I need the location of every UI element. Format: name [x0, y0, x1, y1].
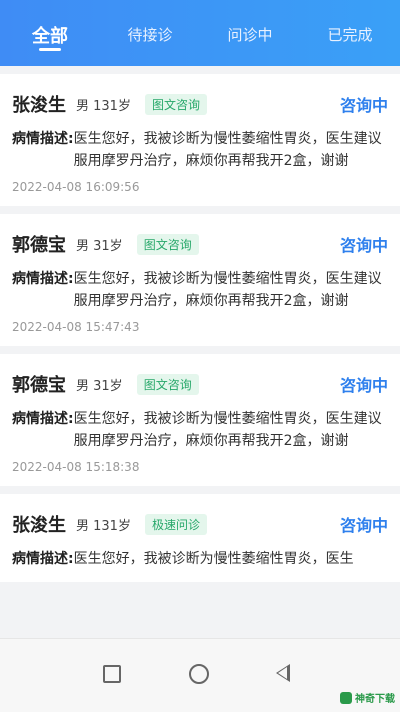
timestamp: 2022-04-08 15:47:43 [12, 320, 140, 334]
patient-gender-age: 男 31岁 [76, 378, 123, 394]
home-icon[interactable] [189, 664, 209, 684]
consult-type-badge: 图文咨询 [136, 373, 199, 395]
consult-type-badge: 图文咨询 [144, 93, 207, 115]
tab-in-consultation[interactable]: 问诊中 [200, 0, 300, 45]
consult-type-badge: 图文咨询 [136, 233, 199, 255]
patient-name: 张浚生 [12, 515, 66, 536]
desc-label: 病情描述: [12, 411, 74, 427]
status-badge: 咨询中 [339, 376, 388, 395]
patient-gender-age: 男 31岁 [76, 238, 123, 254]
patient-name: 郭德宝 [12, 235, 66, 256]
consult-type-badge: 极速问诊 [144, 513, 207, 535]
patient-name: 张浚生 [12, 95, 66, 116]
tab-bar: 全部 待接诊 问诊中 已完成 [0, 0, 400, 66]
watermark-text: 神奇下载 [355, 694, 395, 705]
patient-gender-age: 男 131岁 [76, 518, 131, 534]
recents-icon[interactable] [103, 665, 121, 683]
tab-pending[interactable]: 待接诊 [100, 0, 200, 45]
consultation-card[interactable]: 张浚生 男 131岁 图文咨询 咨询中 病情描述: 医生您好，我被诊断为慢性萎缩… [0, 74, 400, 206]
consultation-list[interactable]: 张浚生 男 131岁 图文咨询 咨询中 病情描述: 医生您好，我被诊断为慢性萎缩… [0, 66, 400, 638]
watermark-logo-icon [340, 691, 352, 704]
tab-all[interactable]: 全部 [0, 0, 100, 48]
status-badge: 咨询中 [339, 236, 388, 255]
desc-label: 病情描述: [12, 131, 74, 147]
desc-text: 医生您好，我被诊断为慢性萎缩性胃炎，医生建议服用摩罗丹治疗，麻烦你再帮我开2盒，… [73, 411, 382, 449]
desc-label: 病情描述: [12, 271, 74, 287]
desc-label: 病情描述: [12, 551, 74, 567]
consultation-card[interactable]: 郭德宝 男 31岁 图文咨询 咨询中 病情描述: 医生您好，我被诊断为慢性萎缩性… [0, 354, 400, 486]
status-badge: 咨询中 [339, 96, 388, 115]
patient-gender-age: 男 131岁 [76, 98, 131, 114]
desc-text: 医生您好，我被诊断为慢性萎缩性胃炎，医生建议服用摩罗丹治疗，麻烦你再帮我开2盒，… [73, 271, 382, 309]
patient-name: 郭德宝 [12, 375, 66, 396]
tab-completed[interactable]: 已完成 [300, 0, 400, 45]
desc-text: 医生您好，我被诊断为慢性萎缩性胃炎，医生建议服用摩罗丹治疗，麻烦你再帮我开2盒，… [73, 131, 382, 169]
timestamp: 2022-04-08 16:09:56 [12, 180, 140, 194]
watermark: 神奇下载 [340, 690, 395, 705]
desc-text: 医生您好，我被诊断为慢性萎缩性胃炎，医生 [73, 551, 354, 567]
back-icon[interactable] [276, 664, 290, 682]
consultation-card[interactable]: 郭德宝 男 31岁 图文咨询 咨询中 病情描述: 医生您好，我被诊断为慢性萎缩性… [0, 214, 400, 346]
timestamp: 2022-04-08 15:18:38 [12, 460, 140, 474]
status-badge: 咨询中 [339, 516, 388, 535]
consultation-card[interactable]: 张浚生 男 131岁 极速问诊 咨询中 病情描述: 医生您好，我被诊断为慢性萎缩… [0, 494, 400, 582]
